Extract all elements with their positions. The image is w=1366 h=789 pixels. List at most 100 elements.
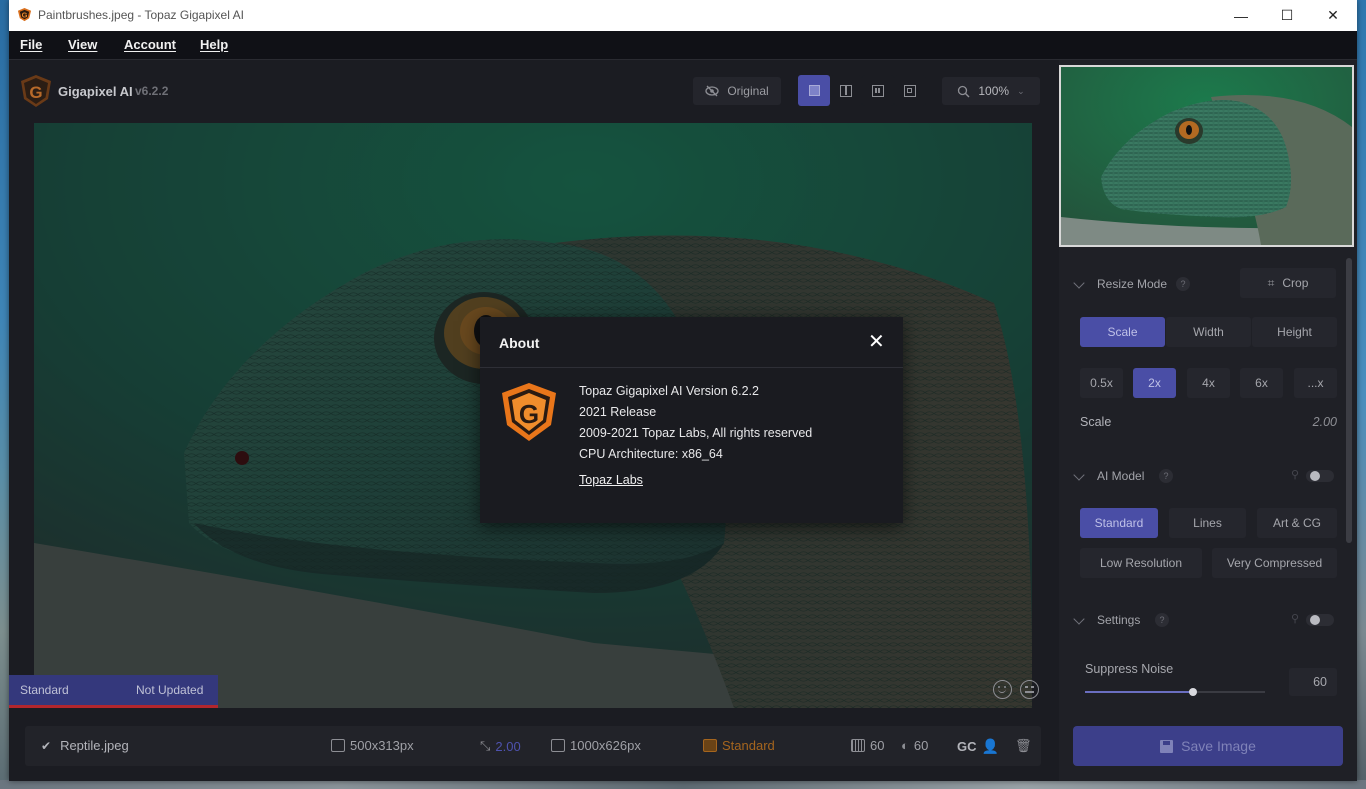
app-version: v6.2.2 xyxy=(135,84,169,98)
mode-height[interactable]: Height xyxy=(1252,317,1337,347)
close-icon: ✕ xyxy=(1327,7,1339,23)
about-copyright-line: 2009-2021 Topaz Labs, All rights reserve… xyxy=(579,426,813,440)
crop-icon: ⌗ xyxy=(1267,275,1275,290)
title-bar: G Paintbrushes.jpeg - Topaz Gigapixel AI… xyxy=(9,0,1357,31)
input-size-value: 500x313px xyxy=(350,738,414,753)
sidebar-scrollbar[interactable] xyxy=(1346,258,1352,543)
help-icon[interactable]: ? xyxy=(1155,613,1169,627)
file-entry[interactable]: ✔ Reptile.jpeg xyxy=(41,738,129,753)
maximize-button[interactable]: ☐ xyxy=(1264,0,1310,31)
model-art-cg[interactable]: Art & CG xyxy=(1257,508,1337,538)
view-single-button[interactable] xyxy=(798,75,830,106)
crop-button[interactable]: ⌗ Crop xyxy=(1240,268,1336,298)
menu-account[interactable]: Account xyxy=(124,37,176,52)
about-version-line: Topaz Gigapixel AI Version 6.2.2 xyxy=(579,384,759,398)
pin-icon[interactable]: ⚲ xyxy=(1291,468,1299,481)
gigapixel-logo: G xyxy=(21,75,51,107)
zoom-icon xyxy=(958,85,970,97)
model-lines[interactable]: Lines xyxy=(1169,508,1246,538)
preview-thumbnail xyxy=(1061,67,1352,245)
minimize-button[interactable]: — xyxy=(1218,0,1264,31)
chevron-down-icon[interactable] xyxy=(1073,613,1085,625)
svg-text:G: G xyxy=(22,10,28,19)
view-side-by-side-button[interactable] xyxy=(862,75,894,106)
mode-width[interactable]: Width xyxy=(1166,317,1251,347)
trash-icon: 🗑 xyxy=(1015,738,1032,753)
scale-label: Scale xyxy=(1080,415,1112,429)
suppress-noise-value-box[interactable]: 60 xyxy=(1289,668,1337,696)
noise-icon xyxy=(851,739,865,752)
svg-text:G: G xyxy=(519,399,539,429)
scale-value-field[interactable]: 2.00 xyxy=(1299,415,1337,429)
about-title: About xyxy=(499,335,540,351)
desktop-background-right xyxy=(1357,0,1366,789)
factor-0-5x[interactable]: 0.5x xyxy=(1080,368,1123,398)
update-status: Not Updated xyxy=(136,683,204,697)
suppress-noise-value: 60 xyxy=(1313,675,1327,689)
output-size: 1000x626px xyxy=(551,738,641,753)
save-disk-icon xyxy=(1160,739,1174,753)
zoom-dropdown[interactable]: 100% ⌄ xyxy=(942,77,1040,105)
output-size-icon xyxy=(551,739,565,752)
settings-title: Settings xyxy=(1097,613,1141,627)
input-size: 500x313px xyxy=(331,738,414,753)
noise-value: 60 xyxy=(870,738,885,753)
chevron-down-icon[interactable] xyxy=(1073,277,1085,289)
grid-view-icon xyxy=(904,84,916,97)
model-image-icon xyxy=(703,739,717,752)
mode-scale[interactable]: Scale xyxy=(1080,317,1165,347)
pin-icon[interactable]: ⚲ xyxy=(1291,612,1299,625)
smile-face-icon[interactable] xyxy=(993,680,1012,699)
crop-label: Crop xyxy=(1282,276,1309,290)
neutral-face-icon[interactable] xyxy=(1020,680,1039,699)
menu-help[interactable]: Help xyxy=(200,37,228,52)
single-view-icon xyxy=(808,85,820,96)
delete-button[interactable]: 🗑 xyxy=(1015,738,1032,754)
blur-indicator: ◐ 60 xyxy=(901,738,928,753)
chevron-down-icon[interactable] xyxy=(1073,469,1085,481)
model-standard[interactable]: Standard xyxy=(1080,508,1158,538)
maximize-icon: ☐ xyxy=(1280,7,1294,23)
close-icon[interactable]: ✕ xyxy=(868,332,885,352)
suppress-noise-handle[interactable] xyxy=(1189,688,1197,696)
original-toggle-button[interactable]: Original xyxy=(693,77,781,105)
checkmark-icon: ✔ xyxy=(41,738,52,753)
ai-model-title: AI Model xyxy=(1097,469,1145,483)
view-grid-button[interactable] xyxy=(894,75,926,106)
original-label: Original xyxy=(727,84,769,98)
model-value: Standard xyxy=(722,738,775,753)
model-tag: Standard xyxy=(20,683,69,697)
preview-status-tag: Standard Not Updated xyxy=(9,675,218,708)
svg-text:G: G xyxy=(29,83,42,102)
factor-4x[interactable]: 4x xyxy=(1187,368,1230,398)
help-icon[interactable]: ? xyxy=(1176,277,1190,291)
feedback-icons xyxy=(993,680,1039,699)
view-split-button[interactable] xyxy=(830,75,862,106)
menu-file[interactable]: File xyxy=(20,37,42,52)
navigator-preview[interactable] xyxy=(1059,65,1354,247)
factor-custom[interactable]: ...x xyxy=(1294,368,1337,398)
resize-mode-title: Resize Mode xyxy=(1097,277,1168,291)
side-by-side-icon xyxy=(872,84,884,97)
factor-6x[interactable]: 6x xyxy=(1240,368,1283,398)
factor-2x[interactable]: 2x xyxy=(1133,368,1176,398)
model-low-resolution[interactable]: Low Resolution xyxy=(1080,548,1202,578)
help-icon[interactable]: ? xyxy=(1159,469,1173,483)
topaz-logo: G xyxy=(502,383,556,441)
file-info-bar: ✔ Reptile.jpeg 500x313px ⤡ 2.00 1000x626… xyxy=(25,726,1041,766)
topaz-labs-link[interactable]: Topaz Labs xyxy=(579,473,643,487)
model-very-compressed[interactable]: Very Compressed xyxy=(1212,548,1337,578)
scale-indicator: ⤡ 2.00 xyxy=(480,738,521,754)
settings-toggle[interactable] xyxy=(1306,614,1334,626)
menu-view[interactable]: View xyxy=(68,37,97,52)
suppress-noise-fill xyxy=(1085,691,1193,693)
minimize-icon: — xyxy=(1234,7,1248,24)
save-image-button[interactable]: Save Image xyxy=(1073,726,1343,766)
close-window-button[interactable]: ✕ xyxy=(1310,0,1356,31)
expand-arrows-icon: ⤡ xyxy=(480,738,491,753)
menu-bar: File View Account Help xyxy=(9,31,1357,60)
suppress-noise-slider[interactable] xyxy=(1085,688,1265,696)
about-cpu-line: CPU Architecture: x86_64 xyxy=(579,447,723,461)
ai-model-toggle[interactable] xyxy=(1306,470,1334,482)
model-indicator: Standard xyxy=(703,738,775,753)
